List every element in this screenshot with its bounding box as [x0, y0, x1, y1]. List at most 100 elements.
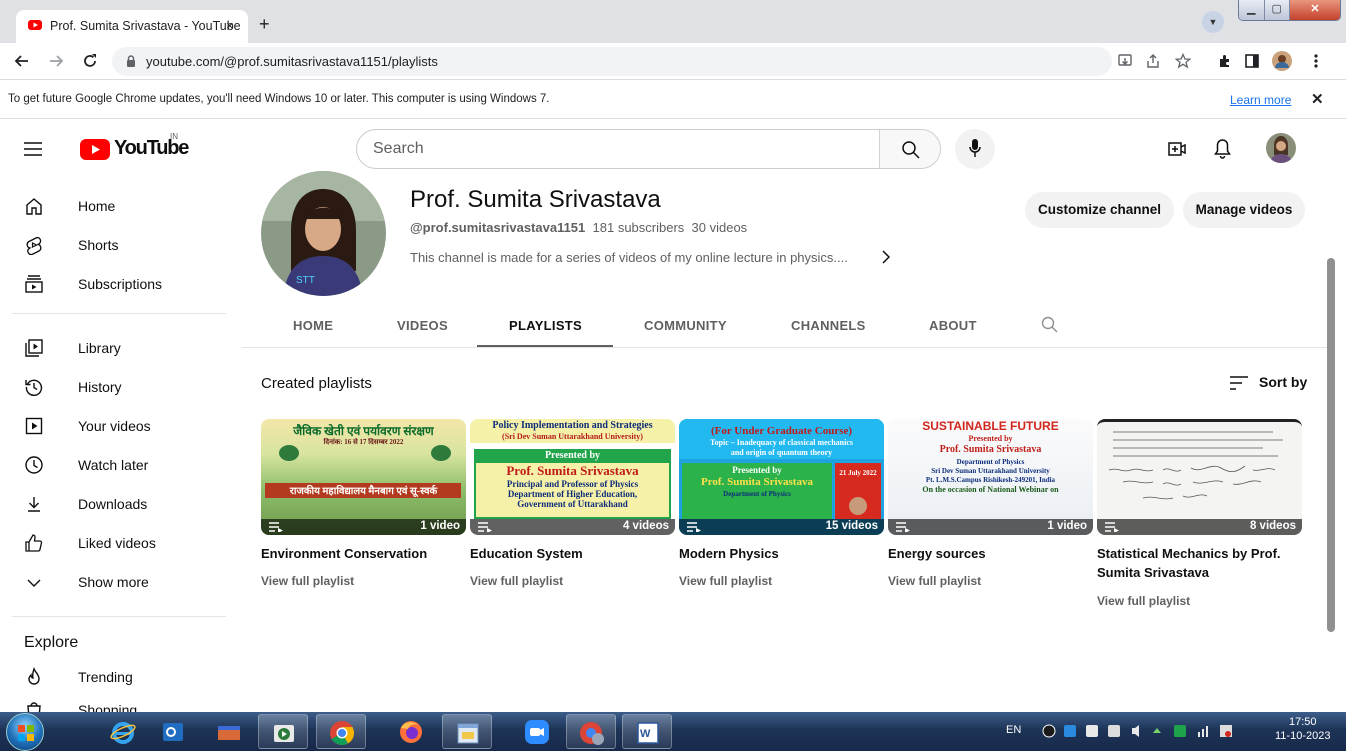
- tab-channels[interactable]: CHANNELS: [791, 318, 866, 333]
- sidebar-item-watch-later[interactable]: Watch later: [24, 445, 224, 485]
- playlist-video-count: 4 videos: [622, 520, 669, 532]
- reload-icon[interactable]: [82, 53, 98, 69]
- thumbnail-text: Presented by: [732, 465, 782, 475]
- view-full-playlist-link[interactable]: View full playlist: [888, 574, 981, 588]
- account-avatar-icon[interactable]: [1266, 133, 1296, 163]
- view-full-playlist-link[interactable]: View full playlist: [261, 574, 354, 588]
- search-input[interactable]: [357, 130, 877, 168]
- taskbar-chrome-profile[interactable]: [566, 714, 616, 749]
- playlist-title[interactable]: Energy sources: [888, 544, 1093, 563]
- customize-channel-button[interactable]: Customize channel: [1025, 192, 1174, 228]
- sidebar-item-trending[interactable]: Trending: [24, 657, 224, 697]
- tab-about[interactable]: ABOUT: [929, 318, 977, 333]
- hamburger-menu-icon[interactable]: [24, 142, 42, 156]
- sort-icon: [1230, 376, 1248, 390]
- sidebar-item-home[interactable]: Home: [24, 186, 224, 226]
- channel-description[interactable]: This channel is made for a series of vid…: [410, 250, 848, 265]
- playlist-count-overlay: 4 videos: [470, 519, 675, 535]
- trending-flame-icon: [24, 667, 44, 687]
- side-panel-icon[interactable]: [1244, 53, 1260, 69]
- taskbar-media-player[interactable]: [258, 714, 308, 749]
- sidebar-item-shorts[interactable]: Shorts: [24, 225, 224, 265]
- minimize-icon[interactable]: ▁: [1239, 0, 1265, 20]
- playlist-icon: [478, 522, 492, 532]
- browser-tab[interactable]: Prof. Sumita Srivastava - YouTube ×: [16, 10, 248, 43]
- taskbar-file-manager[interactable]: [442, 714, 492, 749]
- sidebar-item-library[interactable]: Library: [24, 328, 224, 368]
- shorts-icon: [24, 235, 44, 255]
- youtube-favicon-icon: [28, 20, 42, 30]
- sidebar-item-show-more[interactable]: Show more: [24, 562, 224, 602]
- chrome-menu-icon[interactable]: [1314, 53, 1318, 69]
- thumbnail-text: Prof. Sumita Srivastava: [506, 463, 639, 478]
- sidebar-item-label: Trending: [78, 669, 133, 685]
- sidebar-item-your-videos[interactable]: Your videos: [24, 406, 224, 446]
- tab-home[interactable]: HOME: [293, 318, 333, 333]
- thumbnail-text: Presented by: [544, 450, 601, 461]
- taskbar-internet-explorer[interactable]: [98, 714, 148, 749]
- download-icon: [24, 494, 44, 514]
- notifications-bell-icon[interactable]: [1214, 138, 1231, 159]
- install-app-icon[interactable]: [1117, 53, 1133, 69]
- page-scrollbar[interactable]: [1327, 258, 1335, 632]
- playlist-thumbnail[interactable]: जैविक खेती एवं पर्यावरण संरक्षण दिनांक: …: [261, 419, 466, 535]
- search-button[interactable]: [879, 130, 940, 168]
- extensions-icon[interactable]: [1217, 53, 1233, 69]
- playlist-icon: [269, 522, 283, 532]
- profile-avatar-icon[interactable]: [1272, 51, 1292, 71]
- sidebar-item-label: Your videos: [78, 418, 151, 434]
- tray-language[interactable]: EN: [1006, 724, 1021, 736]
- manage-videos-button[interactable]: Manage videos: [1183, 192, 1305, 228]
- voice-search-button[interactable]: [955, 129, 995, 169]
- sort-by-label: Sort by: [1259, 374, 1308, 390]
- playlist-thumbnail[interactable]: 8 videos: [1097, 419, 1302, 535]
- view-full-playlist-link[interactable]: View full playlist: [470, 574, 563, 588]
- chevron-right-icon[interactable]: [881, 247, 891, 264]
- tab-community[interactable]: COMMUNITY: [644, 318, 727, 333]
- playlist-thumbnail[interactable]: SUSTAINABLE FUTURE Presented by Prof. Su…: [888, 419, 1093, 535]
- playlist-title[interactable]: Statistical Mechanics by Prof. Sumita Sr…: [1097, 544, 1302, 582]
- tab-search-icon[interactable]: ▼: [1202, 11, 1224, 33]
- playlist-title[interactable]: Education System: [470, 544, 675, 563]
- sidebar-item-history[interactable]: History: [24, 367, 224, 407]
- playlist-title[interactable]: Environment Conservation: [261, 544, 466, 563]
- bookmark-star-icon[interactable]: [1175, 53, 1191, 69]
- sidebar-item-liked-videos[interactable]: Liked videos: [24, 523, 224, 563]
- infobar-close-icon[interactable]: ✕: [1311, 90, 1324, 108]
- tray-clock[interactable]: 17:50 11-10-2023: [1275, 715, 1330, 743]
- playlist-title[interactable]: Modern Physics: [679, 544, 884, 563]
- lock-icon[interactable]: [126, 55, 136, 67]
- taskbar-chrome[interactable]: [316, 714, 366, 749]
- taskbar-zoom[interactable]: [512, 714, 562, 749]
- new-tab-button[interactable]: +: [259, 15, 270, 33]
- learn-more-link[interactable]: Learn more: [1230, 93, 1291, 107]
- outlook-icon: [160, 719, 186, 745]
- taskbar-file-explorer-app[interactable]: [204, 714, 254, 749]
- sort-by-button[interactable]: Sort by: [1230, 374, 1307, 390]
- back-icon[interactable]: [14, 53, 30, 69]
- create-video-icon[interactable]: [1168, 140, 1186, 158]
- taskbar-word[interactable]: W: [622, 714, 672, 749]
- tab-close-icon[interactable]: ×: [226, 18, 234, 33]
- tab-videos[interactable]: VIDEOS: [397, 318, 448, 333]
- thumbnail-text: Prof. Sumita Srivastava: [939, 444, 1042, 455]
- tab-title: Prof. Sumita Srivastava - YouTube: [50, 19, 241, 33]
- sidebar-item-subscriptions[interactable]: Subscriptions: [24, 264, 224, 304]
- taskbar-firefox[interactable]: [386, 714, 436, 749]
- tab-playlists[interactable]: PLAYLISTS: [509, 318, 582, 333]
- channel-search-icon[interactable]: [1041, 316, 1058, 333]
- maximize-icon[interactable]: ▢: [1264, 0, 1290, 20]
- forward-icon[interactable]: [48, 53, 64, 69]
- view-full-playlist-link[interactable]: View full playlist: [679, 574, 772, 588]
- update-infobar: To get future Google Chrome updates, you…: [0, 81, 1346, 119]
- playlist-thumbnail[interactable]: Policy Implementation and Strategies (Sr…: [470, 419, 675, 535]
- view-full-playlist-link[interactable]: View full playlist: [1097, 594, 1190, 608]
- channel-avatar[interactable]: STT: [261, 171, 386, 296]
- playlist-thumbnail[interactable]: (For Under Graduate Course) Topic – Inad…: [679, 419, 884, 535]
- sidebar-item-downloads[interactable]: Downloads: [24, 484, 224, 524]
- share-icon[interactable]: [1145, 53, 1161, 69]
- taskbar-outlook[interactable]: [148, 714, 198, 749]
- address-bar[interactable]: youtube.com/@prof.sumitasrivastava1151/p…: [112, 47, 1112, 76]
- windows-start-button[interactable]: [6, 713, 44, 751]
- close-window-icon[interactable]: ✕: [1290, 0, 1340, 20]
